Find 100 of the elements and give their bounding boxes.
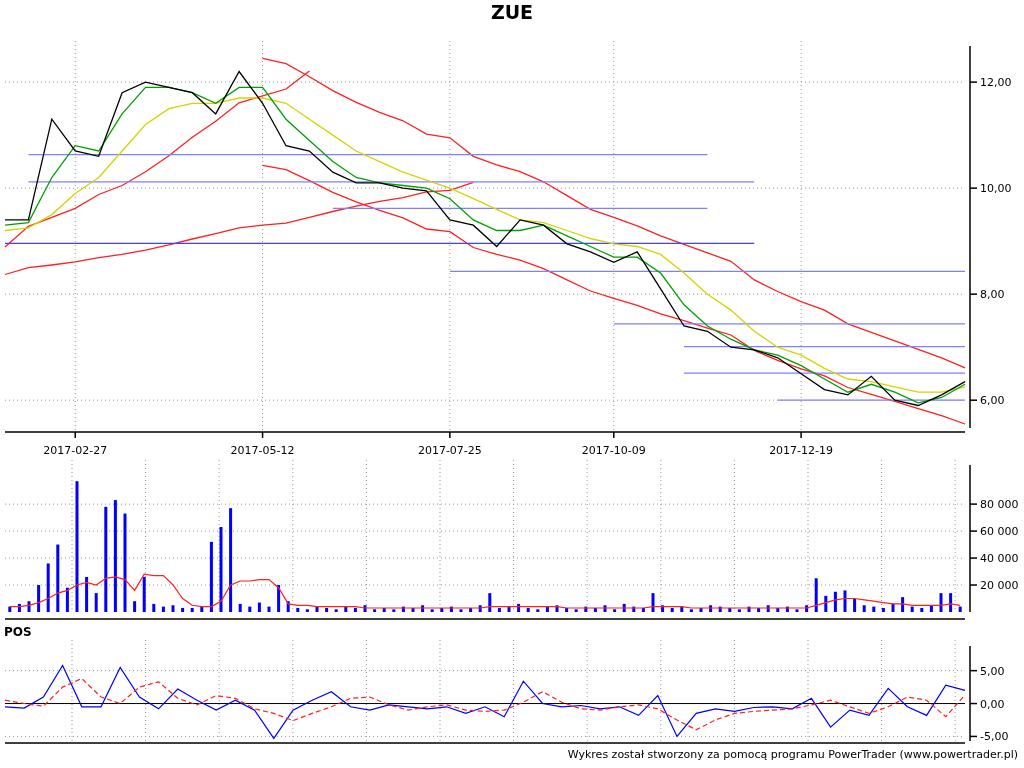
- volume-bar: [171, 605, 175, 612]
- volume-bar: [334, 609, 338, 612]
- volume-bar: [613, 609, 617, 612]
- volume-bar: [200, 606, 204, 612]
- credit-text: Wykres został stworzony za pomocą programu PowerTrader (www.powertrader.pl): [567, 748, 1018, 761]
- volume-bar: [344, 606, 348, 612]
- volume-bar: [833, 591, 837, 612]
- volume-bar: [881, 607, 885, 612]
- volume-bar: [939, 593, 943, 612]
- axis-label: 80 000: [980, 498, 1019, 512]
- volume-bar: [497, 607, 501, 612]
- volume-bar: [17, 603, 21, 612]
- volume-bar: [459, 609, 463, 612]
- volume-bar: [382, 607, 386, 612]
- volume-bar: [795, 609, 799, 612]
- volume-bar: [641, 607, 645, 612]
- volume-bar: [737, 609, 741, 612]
- volume-bar: [747, 606, 751, 612]
- volume-bar: [565, 607, 569, 612]
- chart-title: ZUE: [489, 0, 535, 24]
- volume-bar: [901, 597, 905, 612]
- axis-label: 60 000: [980, 525, 1019, 539]
- volume-bar: [526, 607, 530, 612]
- volume-bar: [872, 606, 876, 612]
- volume-bar: [142, 576, 146, 612]
- axis-label: 2017-10-09: [581, 444, 646, 457]
- volume-bar: [181, 607, 185, 612]
- volume-bar: [910, 606, 914, 612]
- volume-bar: [305, 609, 309, 612]
- volume-bar: [661, 605, 665, 612]
- volume-bar: [824, 595, 828, 612]
- volume-bar: [37, 585, 41, 612]
- volume-bar: [401, 606, 405, 612]
- volume-bar: [920, 607, 924, 612]
- volume-bar: [94, 593, 98, 612]
- volume-bar: [718, 606, 722, 612]
- volume-bar: [421, 605, 425, 612]
- volume-bar: [891, 603, 895, 612]
- volume-bar: [248, 606, 252, 612]
- volume-bar: [363, 605, 367, 612]
- volume-bar: [536, 609, 540, 612]
- volume-bar: [257, 602, 261, 612]
- volume-bar: [267, 606, 271, 612]
- axis-label: 12,00: [980, 76, 1012, 90]
- axis-label: 8,00: [980, 288, 1005, 302]
- volume-bar: [478, 605, 482, 612]
- volume-bar: [133, 601, 137, 612]
- axis-label: 2017-02-27: [43, 444, 108, 457]
- volume-bar: [449, 606, 453, 612]
- axis-label: 20 000: [980, 579, 1019, 593]
- volume-bar: [853, 598, 857, 612]
- axis-label: 6,00: [980, 394, 1005, 408]
- volume-bar: [85, 576, 89, 612]
- volume-bar: [757, 607, 761, 612]
- axis-label: 40 000: [980, 552, 1019, 566]
- volume-bar: [238, 603, 242, 612]
- volume-bar: [785, 606, 789, 612]
- volume-bar: [373, 609, 377, 612]
- volume-bar: [517, 603, 521, 612]
- volume-bar: [728, 607, 732, 612]
- volume-bar: [152, 603, 156, 612]
- volume-bar: [46, 563, 50, 612]
- axis-label: 2017-07-25: [417, 444, 482, 457]
- volume-bar: [555, 605, 559, 612]
- axis-label: 0,00: [980, 697, 1005, 711]
- volume-bar: [190, 607, 194, 612]
- volume-bar: [440, 607, 444, 612]
- volume-bar: [488, 593, 492, 612]
- volume-bar: [469, 607, 473, 612]
- volume-bar: [411, 607, 415, 612]
- volume-bar: [843, 590, 847, 612]
- volume-bar: [296, 607, 300, 612]
- volume-bar: [545, 606, 549, 612]
- volume-bar: [709, 605, 713, 612]
- volume-bar: [27, 601, 31, 612]
- volume-bar: [862, 605, 866, 612]
- volume-bar: [286, 601, 290, 612]
- volume-bar: [632, 606, 636, 612]
- volume-bar: [209, 541, 213, 612]
- volume-bar: [699, 607, 703, 612]
- axis-label: 10,00: [980, 182, 1012, 196]
- volume-bar: [574, 609, 578, 612]
- volume-bar: [593, 607, 597, 612]
- volume-bar: [766, 605, 770, 612]
- axis-label: 2017-12-19: [769, 444, 834, 457]
- volume-bar: [670, 607, 674, 612]
- volume-bar: [776, 607, 780, 612]
- volume-bar: [680, 606, 684, 612]
- volume-bar: [430, 609, 434, 612]
- volume-bar: [689, 609, 693, 612]
- volume-bar: [949, 593, 953, 612]
- indicator-label: POS: [3, 624, 33, 640]
- volume-bar: [392, 609, 396, 612]
- volume-bar: [958, 606, 962, 612]
- volume-bar: [651, 593, 655, 612]
- volume-bar: [56, 544, 60, 612]
- volume-bar: [805, 605, 809, 612]
- volume-bar: [8, 606, 12, 612]
- axis-label: 2017-05-12: [230, 444, 295, 457]
- volume-bar: [507, 606, 511, 612]
